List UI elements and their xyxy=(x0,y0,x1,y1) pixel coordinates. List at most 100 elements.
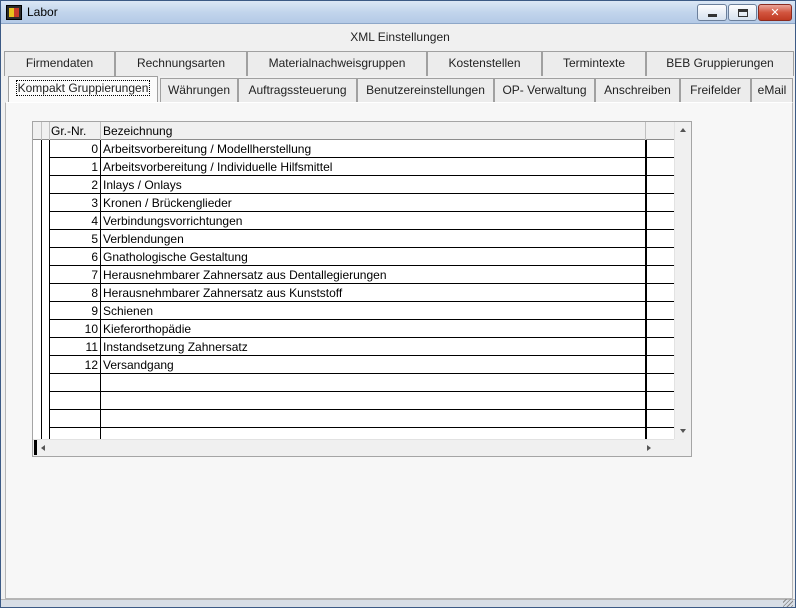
table-row[interactable]: 0 Arbeitsvorbereitung / Modellherstellung xyxy=(33,140,674,158)
resize-grip-icon[interactable] xyxy=(783,599,793,607)
row-indicator[interactable] xyxy=(33,212,42,230)
group-number-cell[interactable]: 7 xyxy=(50,266,101,284)
group-description-cell[interactable]: Versandgang xyxy=(101,356,646,374)
tab-kompakt-gruppierungen[interactable]: Kompakt Gruppierungen xyxy=(8,76,158,102)
horizontal-scrollbar[interactable] xyxy=(33,439,674,456)
row-indicator[interactable] xyxy=(33,140,42,158)
group-number-cell[interactable]: 4 xyxy=(50,212,101,230)
table-row[interactable] xyxy=(33,392,674,410)
tab-kostenstellen[interactable]: Kostenstellen xyxy=(427,51,542,76)
vertical-scrollbar[interactable] xyxy=(674,122,691,439)
table-row[interactable]: 12 Versandgang xyxy=(33,356,674,374)
tab-auftragssteuerung[interactable]: Auftragssteuerung xyxy=(238,78,357,102)
row-selector[interactable] xyxy=(42,158,50,176)
group-description-cell[interactable]: Verblendungen xyxy=(101,230,646,248)
group-description-cell[interactable]: Kronen / Brückenglieder xyxy=(101,194,646,212)
column-header-nr[interactable]: Gr.-Nr. xyxy=(50,122,101,140)
row-indicator[interactable] xyxy=(33,194,42,212)
row-selector[interactable] xyxy=(42,140,50,158)
group-description-cell[interactable]: Inlays / Onlays xyxy=(101,176,646,194)
table-row[interactable]: 6 Gnathologische Gestaltung xyxy=(33,248,674,266)
row-selector[interactable] xyxy=(42,410,50,428)
table-row[interactable] xyxy=(33,410,674,428)
scroll-up-icon[interactable] xyxy=(680,128,686,132)
group-description-cell[interactable]: Verbindungsvorrichtungen xyxy=(101,212,646,230)
row-indicator[interactable] xyxy=(33,392,42,410)
group-description-cell[interactable]: Herausnehmbarer Zahnersatz aus Kunststof… xyxy=(101,284,646,302)
row-indicator[interactable] xyxy=(33,266,42,284)
row-indicator[interactable] xyxy=(33,248,42,266)
row-indicator[interactable] xyxy=(33,320,42,338)
group-number-cell[interactable]: 12 xyxy=(50,356,101,374)
table-row[interactable]: 5 Verblendungen xyxy=(33,230,674,248)
table-row[interactable]: 1 Arbeitsvorbereitung / Individuelle Hilf… xyxy=(33,158,674,176)
row-indicator[interactable] xyxy=(33,158,42,176)
row-selector[interactable] xyxy=(42,374,50,392)
tab-email[interactable]: eMail xyxy=(751,78,793,102)
row-selector[interactable] xyxy=(42,392,50,410)
title-bar[interactable]: Labor ✕ xyxy=(1,1,795,24)
tab-termintexte[interactable]: Termintexte xyxy=(542,51,646,76)
table-row[interactable]: 7 Herausnehmbarer Zahnersatz aus Dentalle… xyxy=(33,266,674,284)
group-description-cell[interactable]: Schienen xyxy=(101,302,646,320)
row-indicator[interactable] xyxy=(33,410,42,428)
tab-benutzereinstellungen[interactable]: Benutzereinstellungen xyxy=(357,78,494,102)
group-description-cell[interactable]: Gnathologische Gestaltung xyxy=(101,248,646,266)
group-description-cell[interactable]: Arbeitsvorbereitung / Individuelle Hilfs… xyxy=(101,158,646,176)
tab-freifelder[interactable]: Freifelder xyxy=(680,78,751,102)
row-selector[interactable] xyxy=(42,266,50,284)
tab-rechnungsarten[interactable]: Rechnungsarten xyxy=(115,51,247,76)
row-selector[interactable] xyxy=(42,320,50,338)
table-row[interactable] xyxy=(33,374,674,392)
table-row[interactable]: 2 Inlays / Onlays xyxy=(33,176,674,194)
minimize-button[interactable] xyxy=(697,4,727,21)
row-selector[interactable] xyxy=(42,356,50,374)
group-number-cell[interactable]: 3 xyxy=(50,194,101,212)
tab-beb-gruppierungen[interactable]: BEB Gruppierungen xyxy=(646,51,794,76)
group-number-cell[interactable]: 1 xyxy=(50,158,101,176)
group-number-cell[interactable]: 11 xyxy=(50,338,101,356)
table-row[interactable]: 9 Schienen xyxy=(33,302,674,320)
scroll-left-icon[interactable] xyxy=(41,445,45,451)
row-indicator[interactable] xyxy=(33,302,42,320)
group-description-cell[interactable]: Arbeitsvorbereitung / Modellherstellung xyxy=(101,140,646,158)
app-icon[interactable] xyxy=(6,5,22,20)
row-selector[interactable] xyxy=(42,194,50,212)
tab-waehrungen[interactable]: Währungen xyxy=(160,78,238,102)
group-description-cell[interactable]: Kieferorthopädie xyxy=(101,320,646,338)
group-number-cell[interactable]: 2 xyxy=(50,176,101,194)
row-selector[interactable] xyxy=(42,230,50,248)
table-row[interactable]: 4 Verbindungsvorrichtungen xyxy=(33,212,674,230)
table-row[interactable]: 3 Kronen / Brückenglieder xyxy=(33,194,674,212)
column-header-bezeichnung[interactable]: Bezeichnung xyxy=(101,122,646,140)
tab-anschreiben[interactable]: Anschreiben xyxy=(595,78,680,102)
group-description-cell[interactable] xyxy=(101,392,646,410)
table-row[interactable]: 10 Kieferorthopädie xyxy=(33,320,674,338)
close-button[interactable]: ✕ xyxy=(758,4,792,21)
maximize-button[interactable] xyxy=(728,4,757,21)
row-selector[interactable] xyxy=(42,212,50,230)
scroll-down-icon[interactable] xyxy=(680,429,686,433)
row-selector[interactable] xyxy=(42,302,50,320)
group-description-cell[interactable]: Herausnehmbarer Zahnersatz aus Dentalleg… xyxy=(101,266,646,284)
group-number-cell[interactable]: 0 xyxy=(50,140,101,158)
table-row[interactable]: 8 Herausnehmbarer Zahnersatz aus Kunststo… xyxy=(33,284,674,302)
group-number-cell[interactable] xyxy=(50,410,101,428)
scroll-right-icon[interactable] xyxy=(647,445,651,451)
groups-grid[interactable]: Gr.-Nr. Bezeichnung 0 Arbeitsvorbereitung… xyxy=(32,121,692,457)
row-selector[interactable] xyxy=(42,338,50,356)
group-number-cell[interactable]: 10 xyxy=(50,320,101,338)
group-number-cell[interactable] xyxy=(50,374,101,392)
group-description-cell[interactable] xyxy=(101,374,646,392)
tab-op-verwaltung[interactable]: OP- Verwaltung xyxy=(494,78,595,102)
row-indicator[interactable] xyxy=(33,374,42,392)
group-number-cell[interactable] xyxy=(50,392,101,410)
row-indicator[interactable] xyxy=(33,356,42,374)
row-indicator[interactable] xyxy=(33,284,42,302)
row-indicator[interactable] xyxy=(33,176,42,194)
table-row[interactable]: 11 Instandsetzung Zahnersatz xyxy=(33,338,674,356)
row-selector[interactable] xyxy=(42,248,50,266)
tab-firmendaten[interactable]: Firmendaten xyxy=(4,51,115,76)
row-indicator[interactable] xyxy=(33,338,42,356)
tab-materialnachweisgruppen[interactable]: Materialnachweisgruppen xyxy=(247,51,427,76)
